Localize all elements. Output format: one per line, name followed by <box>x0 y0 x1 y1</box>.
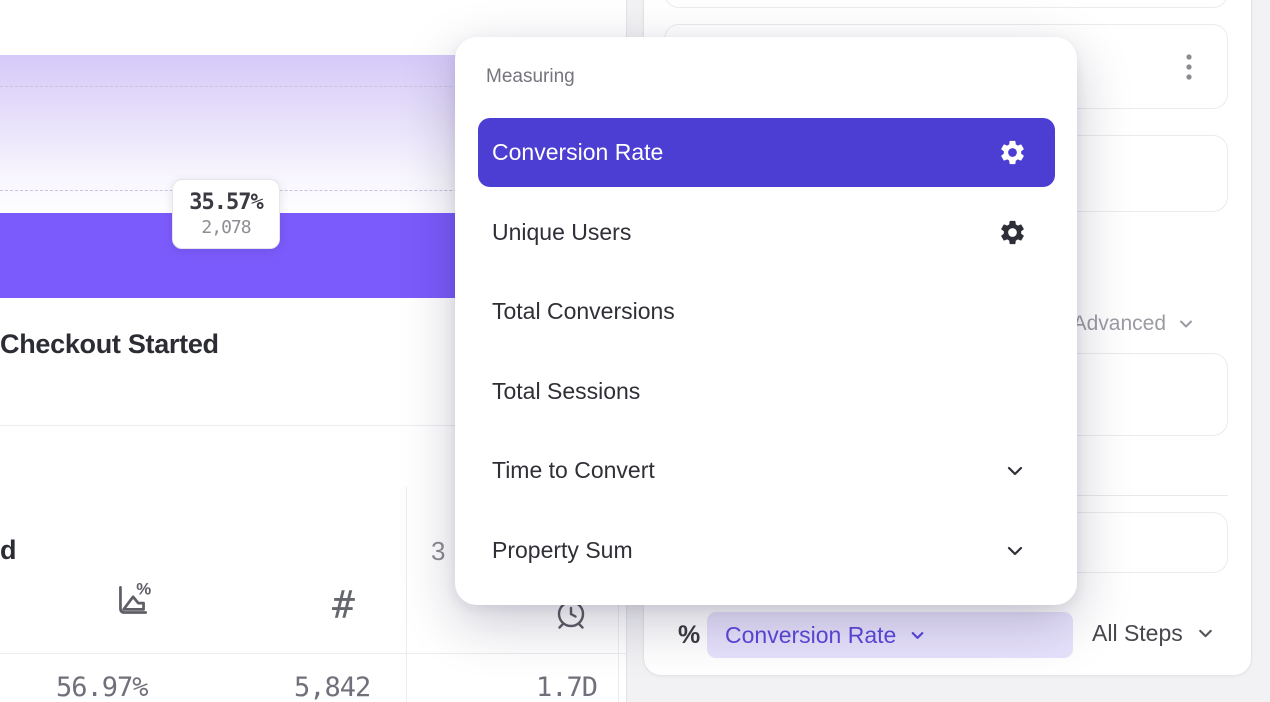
table-column-divider <box>406 487 407 702</box>
menu-item-time-to-convert[interactable]: Time to Convert <box>478 436 1055 505</box>
funnel-report-screen: 35.57% 2,078 Checkout Started d 3 % # <box>0 0 1270 702</box>
table-step-number: 3 <box>431 536 445 567</box>
percent-metric-symbol: % <box>678 621 700 650</box>
menu-item-property-sum[interactable]: Property Sum <box>478 516 1055 585</box>
divider <box>0 653 627 654</box>
metric-value-count: 5,842 <box>294 672 370 702</box>
menu-title: Measuring <box>486 66 575 88</box>
svg-text:%: % <box>136 580 151 599</box>
menu-item-unique-users[interactable]: Unique Users <box>478 198 1055 267</box>
table-step-label-fragment: d <box>0 535 17 566</box>
chevron-down-icon <box>908 626 927 645</box>
chevron-down-icon <box>1176 314 1196 334</box>
chevron-down-icon <box>1003 459 1027 483</box>
metric-value-conversion-rate: 56.97% <box>56 672 148 702</box>
all-steps-dropdown[interactable]: All Steps <box>1092 620 1216 647</box>
measurement-pill-label: Conversion Rate <box>725 622 896 649</box>
gear-icon[interactable] <box>998 218 1027 247</box>
chevron-down-icon <box>1003 539 1027 563</box>
chevron-down-icon <box>1195 623 1216 644</box>
menu-item-total-sessions[interactable]: Total Sessions <box>478 357 1055 426</box>
step-card[interactable] <box>664 0 1228 8</box>
hash-icon[interactable]: # <box>332 586 355 624</box>
measuring-dropdown-menu: Measuring Conversion Rate Unique Users T… <box>455 37 1077 605</box>
tooltip-conversion-rate: 35.57% <box>189 190 262 215</box>
kebab-menu-icon[interactable] <box>1183 52 1195 84</box>
conversion-rate-icon[interactable]: % <box>111 580 153 627</box>
all-steps-label: All Steps <box>1092 620 1183 647</box>
bar-tooltip: 35.57% 2,078 <box>172 179 280 249</box>
menu-item-conversion-rate[interactable]: Conversion Rate <box>478 118 1055 187</box>
menu-item-total-conversions[interactable]: Total Conversions <box>478 277 1055 346</box>
gear-icon[interactable] <box>998 138 1027 167</box>
metric-value-time: 1.7D <box>536 672 597 702</box>
advanced-label: Advanced <box>1073 312 1166 336</box>
advanced-toggle[interactable]: Advanced <box>1060 311 1196 337</box>
tooltip-count: 2,078 <box>201 217 250 238</box>
measurement-pill-dropdown[interactable]: Conversion Rate <box>707 612 1073 658</box>
step-axis-label: Checkout Started <box>0 329 219 360</box>
